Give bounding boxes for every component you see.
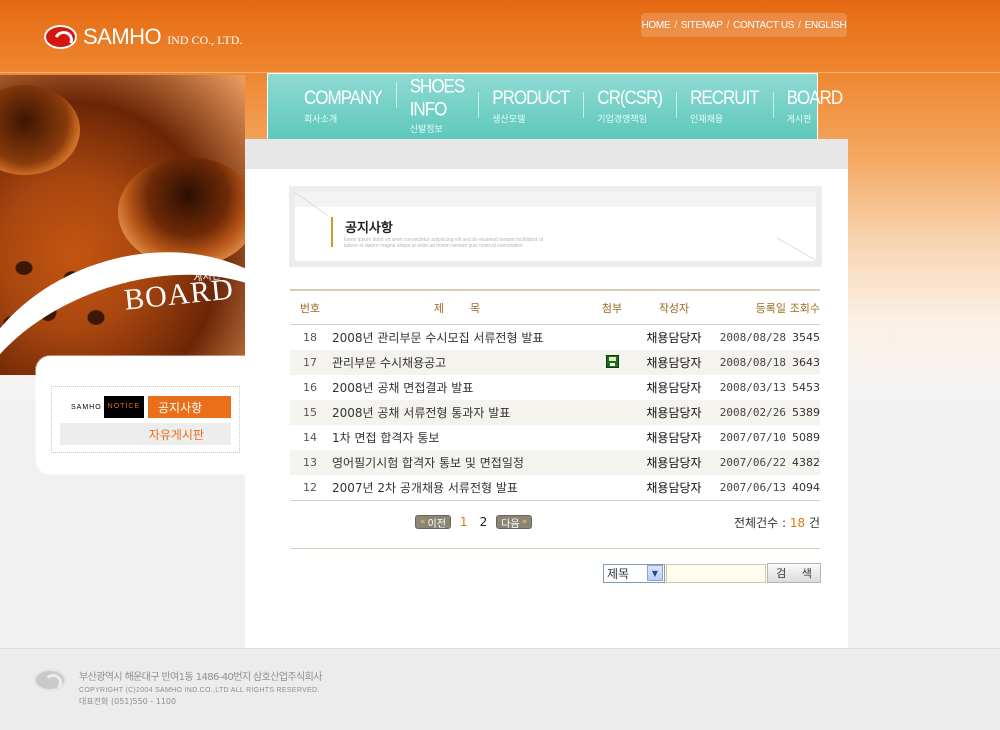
post-title-link[interactable]: 영어필기시험 합격자 통보 및 면접일정: [330, 454, 590, 471]
page-title-box: 공지사항 lorem ipsum dolor sit amet consecte…: [272, 186, 822, 267]
header-attach: 첨부: [601, 301, 623, 315]
gnb-item-product[interactable]: PRODUCT 생산모델: [478, 87, 583, 125]
logo-sub: IND CO., LTD.: [167, 32, 243, 47]
gnb-item-cr-csr[interactable]: CR(CSR) 기업경영책임: [583, 87, 676, 125]
post-title-link[interactable]: 2007년 2차 공개채용 서류전형 발표: [330, 479, 590, 496]
header-hits: 조회수: [789, 301, 820, 315]
post-title-link[interactable]: 관리부문 수시채용공고: [330, 354, 590, 371]
gnb-item-recruit[interactable]: RECRUIT 인재채용: [676, 87, 773, 125]
global-nav: COMPANY 회사소개 SHOES INFO 신발정보 PRODUCT 생산모…: [267, 73, 843, 139]
lnb-item-free-board[interactable]: 자유게시판: [60, 423, 231, 445]
page-number-2[interactable]: 2: [477, 515, 491, 529]
divider: [290, 548, 820, 549]
title-decorative-text: lorem ipsum dolor sit amet consectetur a…: [344, 237, 543, 249]
page-title: 공지사항: [345, 221, 393, 236]
table-row: 17 관리부문 수시채용공고 채용담당자 2008/08/18 3643: [290, 350, 820, 375]
header-title: 제목: [433, 301, 507, 315]
double-chevron-left-icon: «: [420, 517, 426, 527]
header-writer: 작성자: [658, 301, 690, 315]
hero-coffee-image: [0, 75, 245, 375]
total-count: 전체건수 : 18 건: [733, 515, 820, 530]
utility-english-link[interactable]: ENGLISH: [805, 20, 847, 31]
page-number-1[interactable]: 1: [457, 515, 471, 529]
floppy-disk-icon[interactable]: [605, 354, 619, 368]
samho-logo[interactable]: SAMHO IND CO., LTD.: [44, 24, 242, 50]
footer-address: 부산광역시 해운대구 반여1동 1486-40번지 삼호산업주식회사: [79, 672, 322, 683]
table-row: 15 2008년 공채 서류전형 통과자 발표 채용담당자 2008/02/26…: [290, 400, 820, 425]
hero-subtitle: 게시판: [192, 270, 222, 285]
table-header: 번호 제목 첨부 작성자 등록일 조회수: [290, 291, 820, 325]
search-button[interactable]: 검 색: [767, 563, 821, 583]
prev-page-button[interactable]: « 이전: [415, 515, 451, 530]
search-input[interactable]: [666, 563, 766, 583]
notice-board-table: 번호 제목 첨부 작성자 등록일 조회수 18 2008년 관리부문 수시모집 …: [290, 289, 820, 501]
post-title-link[interactable]: 1차 면접 합격자 통보: [330, 429, 590, 446]
lnb-item-label: 자유게시판: [148, 427, 204, 442]
coffee-cup-image: [118, 157, 245, 267]
table-row: 16 2008년 공채 면접결과 발표 채용담당자 2008/03/13 545…: [303, 379, 820, 396]
samho-logo-icon: [44, 25, 77, 49]
footer: 부산광역시 해운대구 반여1동 1486-40번지 삼호산업주식회사 COPYR…: [0, 648, 1000, 730]
main-top-band: [245, 139, 848, 169]
utility-nav: HOME / SITEMAP / CONTACT US / ENGLISH: [641, 13, 847, 37]
table-body: 18 2008년 관리부문 수시모집 서류전형 발표 채용담당자 2008/08…: [290, 325, 820, 500]
table-row: 14 1차 면접 합격자 통보 채용담당자 2007/07/10 5089: [303, 429, 820, 446]
main-content: 공지사항 lorem ipsum dolor sit amet consecte…: [245, 139, 848, 649]
post-title-link[interactable]: 2008년 관리부문 수시모집 서류전형 발표: [330, 329, 590, 346]
utility-home-link[interactable]: HOME: [642, 20, 671, 31]
table-row: 18 2008년 관리부문 수시모집 서류전형 발표 채용담당자 2008/08…: [303, 329, 820, 346]
footer-copyright: COPYRIGHT (C)2004 SAMHO IND.CO.,LTD ALL …: [79, 687, 320, 694]
search-field-select[interactable]: 제목 ▼: [603, 563, 665, 583]
logo-name: SAMHO: [83, 24, 162, 49]
next-page-button[interactable]: 다음 »: [496, 515, 533, 530]
title-accent-bar: [331, 217, 333, 247]
search-bar: 제목 ▼ 검 색: [603, 563, 821, 583]
footer-tel: 대표전화 (051)550 - 1100: [79, 697, 177, 706]
chevron-down-icon: ▼: [647, 565, 663, 581]
table-row: 13 영어필기시험 합격자 통보 및 면접일정 채용담당자 2007/06/22…: [290, 450, 820, 475]
gnb-item-board[interactable]: BOARD 게시판: [772, 87, 856, 125]
notice-badge: SAMHO NOTICE: [60, 396, 148, 418]
lnb-item-notice[interactable]: SAMHO NOTICE 공지사항: [60, 396, 231, 418]
coffee-cup-image: [0, 85, 80, 175]
gnb-item-shoes-info[interactable]: SHOES INFO 신발정보: [395, 75, 479, 135]
header-date: 등록일: [755, 301, 786, 315]
double-chevron-right-icon: »: [521, 517, 528, 527]
utility-sitemap-link[interactable]: SITEMAP: [681, 20, 723, 31]
utility-contact-link[interactable]: CONTACT US: [733, 20, 794, 31]
post-title-link[interactable]: 2008년 공채 면접결과 발표: [330, 379, 590, 396]
pagination: « 이전 1 2 다음 » 전체건수 : 18 건: [290, 511, 820, 533]
table-row: 12 2007년 2차 공개채용 서류전형 발표 채용담당자 2007/06/1…: [303, 479, 820, 496]
lnb-item-label: 공지사항: [158, 400, 203, 415]
post-title-link[interactable]: 2008년 공채 서류전형 통과자 발표: [330, 404, 590, 421]
samho-footer-logo-icon: [34, 669, 66, 691]
gnb-item-company[interactable]: COMPANY 회사소개: [290, 87, 396, 126]
header-no: 번호: [299, 301, 321, 315]
